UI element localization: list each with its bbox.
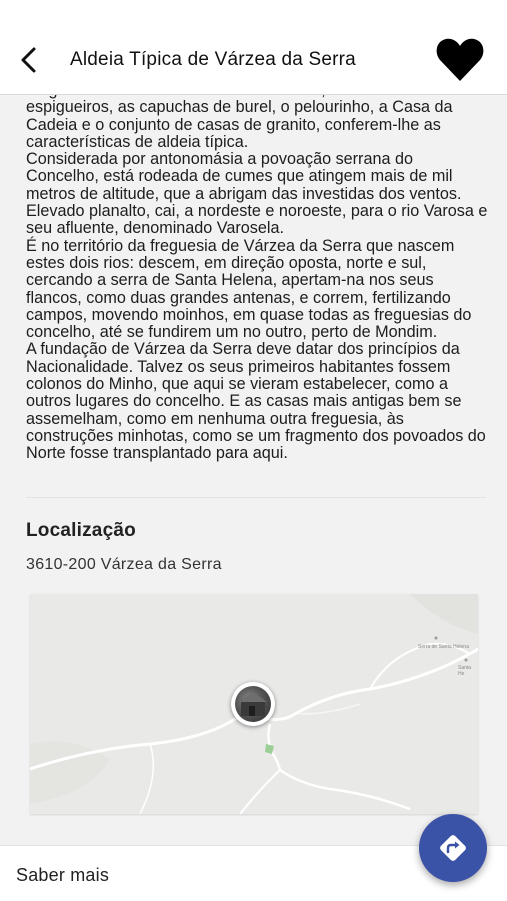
directions-icon <box>440 835 466 861</box>
page-title: Aldeia Típica de Várzea da Serra <box>70 49 356 70</box>
learn-more-link[interactable]: Saber mais <box>16 865 109 886</box>
directions-button[interactable] <box>419 814 487 882</box>
description-paragraph: Considerada por antonomásia a povoação s… <box>26 150 488 238</box>
top-app-bar: Aldeia Típica de Várzea da Serra <box>0 0 507 95</box>
map-place-label: Serra de Santa Helena <box>418 644 469 650</box>
location-title: Localização <box>26 520 136 541</box>
content-scroll-area[interactable]: de grande interesse. O ambiente serrano,… <box>0 0 507 840</box>
section-divider <box>26 497 486 498</box>
chevron-left-icon <box>21 47 36 73</box>
description-paragraph: É no território da freguesia de Várzea d… <box>26 236 472 342</box>
description-paragraph: A fundação de Várzea da Serra deve datar… <box>26 340 486 463</box>
map-place-label: Santa He <box>458 665 472 677</box>
map-location-pin[interactable] <box>231 682 275 726</box>
description-text: de grande interesse. O ambiente serrano,… <box>26 81 488 463</box>
heart-icon <box>436 38 484 81</box>
location-address: 3610-200 Várzea da Serra <box>26 556 222 573</box>
location-map[interactable]: Serra de Santa Helena Santa He <box>30 594 478 814</box>
back-button[interactable] <box>14 44 44 76</box>
pin-photo-thumbnail <box>235 686 271 722</box>
favorite-button[interactable] <box>434 34 486 84</box>
